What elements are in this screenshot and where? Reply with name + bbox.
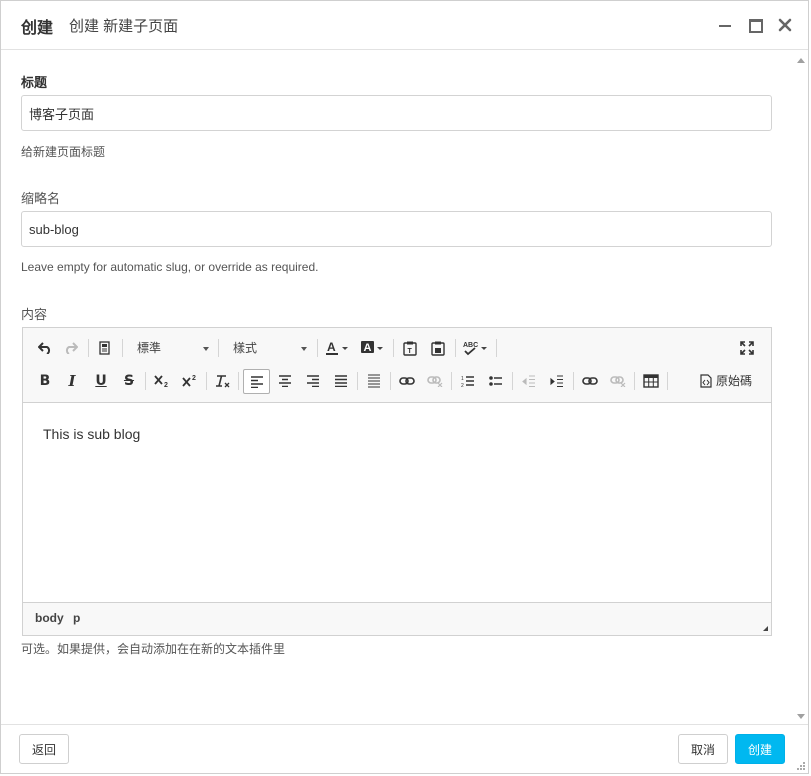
indent-icon[interactable] bbox=[545, 369, 569, 393]
content-label: 内容 bbox=[21, 307, 48, 322]
slug-input[interactable] bbox=[21, 211, 772, 247]
body-scrollbar[interactable] bbox=[794, 50, 808, 725]
slug-label: 缩略名 bbox=[21, 191, 61, 206]
template-icon[interactable] bbox=[93, 336, 117, 360]
outdent-icon[interactable] bbox=[517, 369, 541, 393]
spellcheck-icon[interactable]: ABC bbox=[461, 336, 493, 360]
rich-text-editor: 標準 樣式 A A T ABC B I U S 2 2 1 2 原始碼 This… bbox=[22, 327, 772, 636]
editor-resize-handle[interactable] bbox=[763, 626, 768, 631]
source-button[interactable]: 原始碼 bbox=[700, 369, 752, 393]
toolbar-row-1: 標準 樣式 A A T ABC bbox=[33, 336, 761, 362]
toolbar-row-2: B I U S 2 2 1 2 原始碼 bbox=[33, 369, 761, 395]
subscript-icon[interactable]: 2 bbox=[150, 369, 174, 393]
superscript-icon[interactable]: 2 bbox=[178, 369, 202, 393]
numbered-list-icon[interactable]: 12 bbox=[456, 369, 480, 393]
remove-format-icon[interactable] bbox=[211, 369, 235, 393]
italic-icon[interactable]: I bbox=[60, 369, 84, 393]
bullet-list-icon[interactable] bbox=[484, 369, 508, 393]
editor-status-bar: body p bbox=[23, 602, 771, 635]
source-icon bbox=[700, 374, 712, 388]
editor-content-area[interactable]: This is sub blog bbox=[23, 403, 771, 603]
slug-help: Leave empty for automatic slug, or overr… bbox=[21, 260, 319, 274]
unlink-icon[interactable] bbox=[423, 369, 447, 393]
title-help: 给新建页面标题 bbox=[21, 145, 106, 159]
align-center-icon[interactable] bbox=[273, 369, 297, 393]
create-page-modal: 创建 创建 新建子页面 标题 给新建页面标题 缩略名 Leave empty f… bbox=[0, 0, 809, 774]
svg-text:2: 2 bbox=[461, 383, 464, 388]
align-right-icon[interactable] bbox=[301, 369, 325, 393]
title-label: 标题 bbox=[21, 75, 48, 90]
style-combo[interactable]: 樣式 bbox=[221, 336, 313, 360]
content-help: 可选。如果提供，会自动添加在在新的文本插件里 bbox=[21, 642, 286, 656]
cancel-button[interactable]: 取消 bbox=[678, 734, 728, 764]
back-button[interactable]: 返回 bbox=[19, 734, 69, 764]
svg-text:ABC: ABC bbox=[463, 342, 478, 349]
editor-toolbar: 標準 樣式 A A T ABC B I U S 2 2 1 2 原始碼 bbox=[23, 328, 771, 403]
path-body[interactable]: body bbox=[35, 611, 64, 625]
minimize-icon[interactable] bbox=[715, 15, 735, 35]
underline-icon[interactable]: U bbox=[89, 369, 113, 393]
format-combo[interactable]: 標準 bbox=[125, 336, 215, 360]
text-color-icon[interactable]: A bbox=[323, 336, 355, 360]
table-icon[interactable] bbox=[639, 369, 663, 393]
editor-content-text: This is sub blog bbox=[43, 426, 141, 442]
bold-icon[interactable]: B bbox=[33, 369, 57, 393]
paste-text-icon[interactable]: T bbox=[398, 336, 422, 360]
create-button[interactable]: 创建 bbox=[735, 734, 785, 764]
redo-icon[interactable] bbox=[59, 336, 83, 360]
resize-grip-icon[interactable] bbox=[795, 760, 805, 770]
modal-footer: 返回 取消 创建 bbox=[1, 724, 808, 773]
anchor-link-icon[interactable] bbox=[578, 369, 602, 393]
modal-subtitle: 创建 新建子页面 bbox=[69, 18, 179, 35]
svg-text:1: 1 bbox=[461, 376, 464, 382]
svg-text:A: A bbox=[327, 340, 336, 354]
scroll-up-icon[interactable] bbox=[797, 58, 805, 63]
align-justify-icon[interactable] bbox=[329, 369, 353, 393]
modal-header: 创建 创建 新建子页面 bbox=[1, 1, 808, 50]
svg-text:2: 2 bbox=[192, 375, 196, 382]
anchor-unlink-icon[interactable] bbox=[606, 369, 630, 393]
maximize-icon[interactable] bbox=[745, 15, 765, 35]
close-icon[interactable] bbox=[775, 15, 795, 35]
background-color-icon[interactable]: A bbox=[358, 336, 390, 360]
path-p[interactable]: p bbox=[73, 611, 80, 625]
strikethrough-icon[interactable]: S bbox=[117, 369, 141, 393]
svg-text:2: 2 bbox=[164, 382, 168, 388]
undo-icon[interactable] bbox=[33, 336, 57, 360]
modal-body: 标题 给新建页面标题 缩略名 Leave empty for automatic… bbox=[1, 50, 808, 725]
svg-text:T: T bbox=[408, 348, 413, 355]
align-left-icon[interactable] bbox=[243, 369, 270, 394]
title-input[interactable] bbox=[21, 95, 772, 131]
svg-text:A: A bbox=[364, 342, 372, 354]
paste-word-icon[interactable] bbox=[426, 336, 450, 360]
link-icon[interactable] bbox=[395, 369, 419, 393]
source-label: 原始碼 bbox=[716, 374, 753, 388]
scroll-down-icon[interactable] bbox=[797, 714, 805, 719]
maximize-editor-icon[interactable] bbox=[735, 336, 759, 360]
horizontal-rule-icon[interactable] bbox=[362, 369, 386, 393]
modal-title: 创建 bbox=[21, 20, 54, 37]
